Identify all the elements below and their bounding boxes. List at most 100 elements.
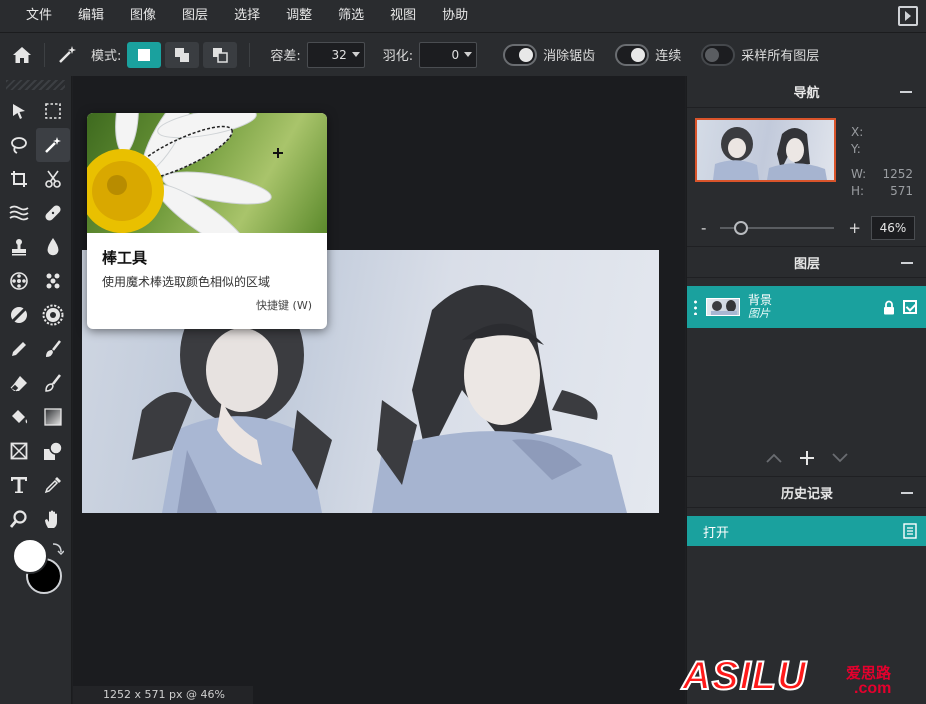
move-layer-down-icon[interactable] [831, 452, 849, 464]
divider [249, 42, 251, 67]
antialias-label: 消除锯齿 [543, 49, 596, 64]
status-bar: 1252 x 571 px @ 46% [73, 686, 685, 704]
foreground-color-swatch[interactable] [12, 538, 48, 574]
watermark-domain: .com [854, 680, 892, 697]
layers-panel-header: 图层 [687, 246, 926, 278]
history-panel-header: 历史记录 [687, 476, 926, 508]
zoom-in-button[interactable]: + [848, 219, 861, 237]
tolerance-value: 32 [331, 47, 347, 62]
w-label: W: [851, 167, 867, 181]
move-layer-up-icon[interactable] [765, 452, 783, 464]
x-label: X: [851, 125, 864, 139]
antialias-toggle[interactable] [503, 43, 538, 66]
menu-layer[interactable]: 图层 [168, 0, 220, 32]
feather-input[interactable]: 0 [419, 41, 478, 68]
magic-wand-tool-icon[interactable] [36, 128, 70, 162]
menu-image[interactable]: 图像 [116, 0, 168, 32]
chevron-down-icon [464, 52, 473, 57]
layer-row[interactable]: 背景 图片 [687, 286, 926, 328]
image-size-status: 1252 x 571 px @ 46% [103, 688, 225, 701]
collapse-icon[interactable] [901, 262, 913, 264]
tolerance-input[interactable]: 32 [306, 41, 365, 68]
tooltip-description: 使用魔术棒选取颜色相似的区域 [102, 275, 271, 289]
mode-label: 模式: [91, 49, 122, 64]
drag-handle-icon[interactable] [694, 299, 697, 315]
collapse-icon[interactable] [900, 91, 912, 93]
tooltip-preview-image [87, 113, 327, 233]
pattern-tool-icon[interactable] [36, 264, 70, 298]
frame-tool-icon[interactable] [2, 434, 36, 468]
h-value: 571 [890, 184, 913, 198]
navigator-panel-header: 导航 [687, 76, 926, 108]
menu-file[interactable]: 文件 [0, 0, 64, 32]
move-tool-icon[interactable] [2, 94, 36, 128]
menu-adjust[interactable]: 调整 [272, 0, 324, 32]
tool-palette [0, 76, 72, 704]
menu-select[interactable]: 选择 [220, 0, 272, 32]
menu-edit[interactable]: 编辑 [64, 0, 116, 32]
palette-grip[interactable] [6, 80, 65, 90]
magic-wand-icon [49, 37, 85, 73]
w-value: 1252 [882, 167, 913, 181]
menu-bar: 文件 编辑 图像 图层 选择 调整 筛选 视图 协助 [0, 0, 926, 32]
navigator-info: X: Y: W: 1252 H: 571 [851, 124, 913, 200]
zoom-tool-icon[interactable] [2, 502, 36, 536]
layer-type: 图片 [748, 307, 770, 320]
feather-value: 0 [451, 47, 460, 62]
horizontal-scrollbar[interactable] [253, 686, 685, 704]
text-tool-icon[interactable] [2, 468, 36, 502]
add-layer-icon[interactable] [799, 450, 815, 466]
sample-all-layers-toggle[interactable] [701, 43, 736, 66]
scissors-tool-icon[interactable] [36, 162, 70, 196]
contiguous-label: 连续 [655, 49, 682, 64]
crop-tool-icon[interactable] [2, 162, 36, 196]
options-bar: 模式: 容差: 32 羽化: 0 消除锯齿 连续 采样所有图层 [0, 32, 926, 76]
navigator-thumbnail[interactable] [695, 118, 836, 182]
brush-tool-icon[interactable] [36, 332, 70, 366]
healing-tool-icon[interactable] [36, 196, 70, 230]
marquee-tool-icon[interactable] [36, 94, 70, 128]
toggle-panels-icon[interactable] [898, 6, 918, 26]
clone-stamp-tool-icon[interactable] [2, 230, 36, 264]
gear-effect-tool-icon[interactable] [36, 298, 70, 332]
menu-help[interactable]: 协助 [428, 0, 480, 32]
vertical-scrollbar[interactable] [669, 76, 685, 686]
swap-colors-icon[interactable] [50, 542, 65, 560]
y-label: Y: [851, 142, 861, 156]
collapse-icon[interactable] [901, 492, 913, 494]
history-item[interactable]: 打开 [687, 516, 926, 546]
zoom-input[interactable]: 46% [871, 216, 915, 240]
dodge-burn-tool-icon[interactable] [2, 298, 36, 332]
paint-bucket-tool-icon[interactable] [2, 400, 36, 434]
hand-tool-icon[interactable] [36, 502, 70, 536]
zoom-out-button[interactable]: - [701, 219, 706, 237]
watermark-brand: ASILU [681, 653, 807, 699]
history-title: 历史记录 [780, 486, 833, 502]
contiguous-toggle[interactable] [615, 43, 650, 66]
gradient-tool-icon[interactable] [36, 400, 70, 434]
replace-color-tool-icon[interactable] [36, 366, 70, 400]
zoom-slider[interactable] [720, 221, 835, 235]
liquify-tool-icon[interactable] [2, 196, 36, 230]
mode-new-selection-button[interactable] [127, 41, 162, 68]
layer-visibility-checkbox[interactable] [903, 300, 917, 314]
menu-view[interactable]: 视图 [376, 0, 428, 32]
eyedropper-tool-icon[interactable] [36, 468, 70, 502]
shape-tool-icon[interactable] [36, 434, 70, 468]
divider [44, 42, 45, 67]
menu-filter[interactable]: 筛选 [324, 0, 376, 32]
mode-add-selection-button[interactable] [165, 41, 200, 68]
sponge-tool-icon[interactable] [2, 264, 36, 298]
lock-icon[interactable] [883, 300, 895, 319]
lasso-tool-icon[interactable] [2, 128, 36, 162]
layer-thumbnail [706, 298, 740, 316]
mode-subtract-selection-button[interactable] [203, 41, 238, 68]
zoom-control: - + 46% [687, 212, 926, 244]
eraser-tool-icon[interactable] [2, 366, 36, 400]
zoom-slider-handle[interactable] [734, 221, 749, 235]
watermark-logo: ASILU 爱思路 .com [680, 653, 926, 704]
tooltip-shortcut: 快捷键 (W) [256, 299, 312, 312]
home-icon[interactable] [4, 37, 40, 73]
pencil-tool-icon[interactable] [2, 332, 36, 366]
blur-drop-tool-icon[interactable] [36, 230, 70, 264]
